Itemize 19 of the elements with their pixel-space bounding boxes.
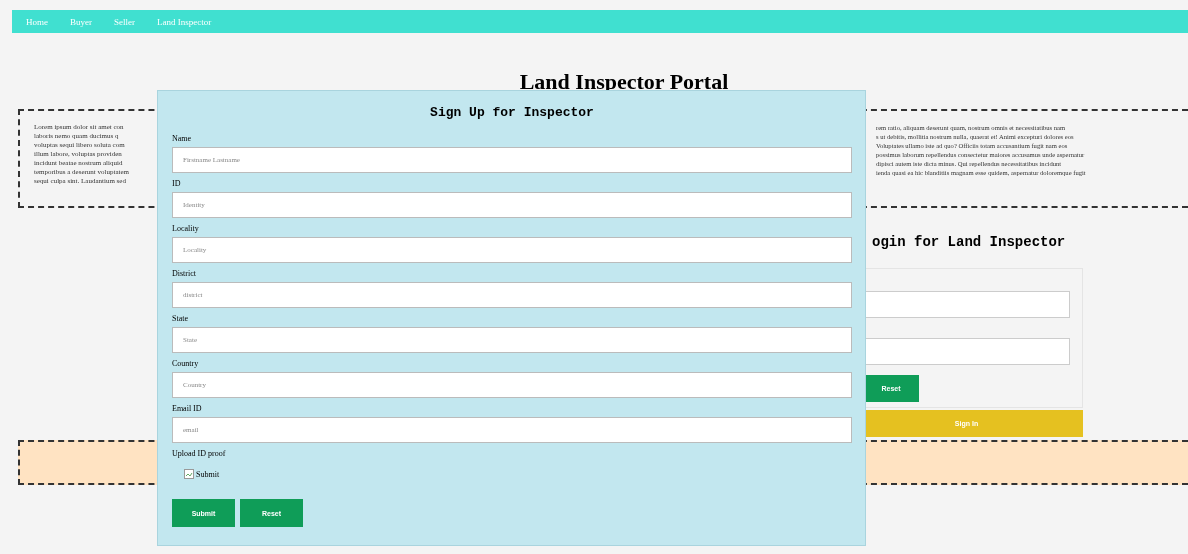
nav-link[interactable]: Land Inspector — [157, 16, 212, 27]
field-label: Country — [172, 358, 200, 370]
input-field[interactable] — [863, 291, 1070, 318]
image-alt-text: Submit — [196, 469, 220, 479]
input-field[interactable] — [863, 338, 1070, 365]
nav-link[interactable]: Seller — [114, 16, 135, 27]
field-label: Name — [172, 133, 193, 145]
field-label: ID — [172, 178, 182, 190]
modal-title: Sign Up for Inspector — [429, 105, 595, 120]
field-label: State — [172, 313, 189, 325]
field-label: Email ID — [172, 403, 203, 415]
field-label: District — [172, 268, 197, 280]
field-label: Upload ID proof — [172, 448, 227, 460]
page-title: Land Inspector Portal — [518, 69, 730, 96]
nav-link[interactable]: Home — [26, 16, 48, 27]
login-title: ogin for Land Inspector — [872, 234, 1067, 250]
nav-link[interactable]: Buyer — [70, 16, 92, 27]
field-label: Locality — [172, 223, 200, 235]
broken-image-icon[interactable] — [184, 469, 194, 479]
